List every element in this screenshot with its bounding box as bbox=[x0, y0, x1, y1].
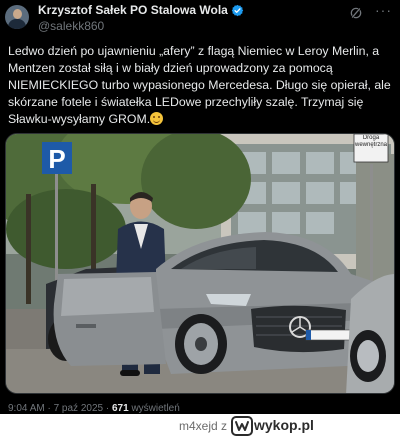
more-options-icon[interactable]: ··· bbox=[375, 2, 392, 18]
post-header: Krzysztof Sałek PO Stalowa Wola @salekk8… bbox=[5, 2, 392, 40]
post-text: Ledwo dzień po ujawnieniu „afery” z flag… bbox=[8, 43, 396, 128]
post-photo[interactable]: P Droga wewnętrzna bbox=[5, 133, 395, 394]
photo-scene: P Droga wewnętrzna bbox=[6, 134, 394, 393]
post-meta: 9:04 AM · 7 paź 2025 · 671 wyświetleń bbox=[8, 403, 180, 414]
verified-badge-icon bbox=[231, 4, 244, 16]
author-display-name[interactable]: Krzysztof Sałek PO Stalowa Wola bbox=[38, 3, 228, 17]
name-row: Krzysztof Sałek PO Stalowa Wola bbox=[38, 2, 349, 18]
meta-separator: · bbox=[44, 403, 54, 414]
watermark-bar: m4xejd z wykop.pl bbox=[0, 414, 400, 439]
street-sign-text: Droga wewnętrzna bbox=[355, 135, 387, 148]
smiling-face-emoji-icon bbox=[150, 112, 164, 125]
meta-separator: · bbox=[103, 403, 112, 414]
watermark-suffix: z bbox=[221, 419, 227, 433]
wykop-logo-icon bbox=[231, 416, 253, 436]
watermark-username: m4xejd bbox=[178, 419, 218, 433]
views-count: 671 bbox=[111, 403, 129, 414]
watermark-site: wykop.pl bbox=[254, 417, 314, 433]
author-block: Krzysztof Sałek PO Stalowa Wola @salekk8… bbox=[38, 2, 349, 33]
views-label: wyświetleń bbox=[128, 403, 180, 414]
post-date[interactable]: 7 paź 2025 bbox=[54, 403, 104, 414]
post-text-content: Ledwo dzień po ujawnieniu „afery” z flag… bbox=[8, 44, 391, 126]
avatar-body bbox=[8, 19, 26, 29]
watermark-user: m4xejd z bbox=[179, 419, 227, 433]
post-card: Krzysztof Sałek PO Stalowa Wola @salekk8… bbox=[0, 0, 400, 414]
post-time[interactable]: 9:04 AM bbox=[8, 403, 45, 414]
avatar-head bbox=[13, 9, 22, 19]
parking-sign-letter: P bbox=[48, 144, 65, 174]
avatar[interactable] bbox=[5, 5, 29, 29]
author-handle[interactable]: @salekk860 bbox=[38, 19, 349, 33]
grok-icon[interactable] bbox=[349, 6, 363, 20]
